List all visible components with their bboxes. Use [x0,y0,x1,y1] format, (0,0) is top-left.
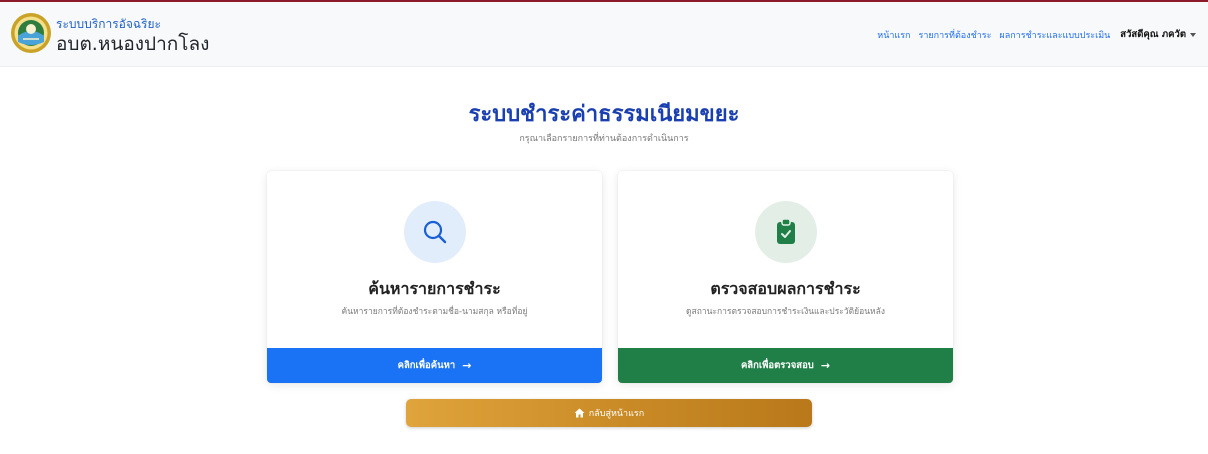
arrow-right-icon: → [462,359,472,372]
check-button[interactable]: คลิกเพื่อตรวจสอบ → [618,348,953,383]
nav-link-home[interactable]: หน้าแรก [877,28,910,42]
search-card-title: ค้นหารายการชำระ [368,279,501,298]
nav-link-results-survey[interactable]: ผลการชำระและแบบประเมิน [999,28,1110,42]
check-button-label: คลิกเพื่อตรวจสอบ [740,360,814,371]
clipboard-icon-circle [755,201,817,263]
page-subtitle: กรุณาเลือกรายการที่ท่านต้องการดำเนินการ [519,134,689,144]
check-card-title: ตรวจสอบผลการชำระ [710,279,861,298]
check-results-card: ตรวจสอบผลการชำระ ดูสถานะการตรวจสอบการชำร… [618,171,953,383]
navbar: ระบบบริการอัจฉริยะ อบต.หนองปากโลง หน้าแร… [0,2,1208,67]
home-icon [574,408,585,418]
nav-link-payments-due[interactable]: รายการที่ต้องชำระ [919,28,992,42]
back-home-button[interactable]: กลับสู่หน้าแรก [406,399,812,427]
search-button-label: คลิกเพื่อค้นหา [397,360,456,371]
user-menu[interactable]: สวัสดีคุณ ภควัต [1120,27,1196,42]
search-card-description: ค้นหารายการที่ต้องชำระตามชื่อ-นามสกุล หร… [341,307,528,317]
nav-menu: หน้าแรก รายการที่ต้องชำระ ผลการชำระและแบ… [877,27,1196,42]
logo-seal[interactable] [10,12,52,54]
page-title: ระบบชำระค่าธรรมเนียมขยะ [468,102,740,127]
brand-name[interactable]: อบต.หนองปากโลง [56,29,209,59]
search-icon [423,220,447,244]
back-home-label: กลับสู่หน้าแรก [588,409,645,419]
check-card-description: ดูสถานะการตรวจสอบการชำระเงินและประวัติย้… [686,307,885,317]
user-greeting: สวัสดีคุณ ภควัต [1120,29,1186,40]
search-button[interactable]: คลิกเพื่อค้นหา → [267,348,602,383]
search-card: ค้นหารายการชำระ ค้นหารายการที่ต้องชำระตา… [267,171,602,383]
arrow-right-icon: → [820,359,831,372]
search-icon-circle [404,201,466,263]
chevron-down-icon [1190,32,1196,37]
clipboard-check-icon [777,218,795,244]
